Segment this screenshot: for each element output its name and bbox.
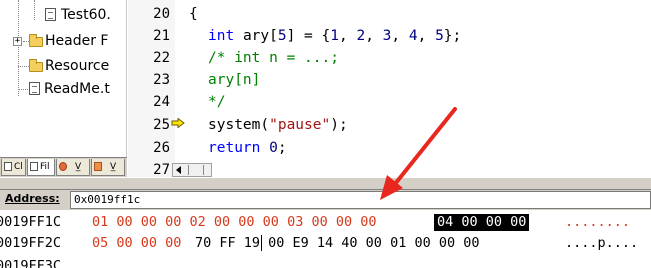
file-icon [29, 82, 40, 95]
tree-item-label: Resource [45, 58, 110, 74]
tab-class-view[interactable]: Cl [1, 159, 26, 176]
memory-address: 0019FF1C [0, 214, 62, 230]
tree-guide-line [18, 89, 28, 90]
tree-item-label: Header F [45, 33, 109, 49]
tab-file-view[interactable]: Fil [27, 159, 55, 176]
tree-item-label: Test60. [61, 7, 111, 23]
line-number: 20 [153, 6, 170, 22]
tree-guide-line [18, 66, 29, 67]
yellow-arrow-icon [171, 118, 185, 128]
code-line: */ [208, 94, 226, 110]
tab-label: V̲ [75, 162, 82, 172]
expand-icon[interactable]: + [13, 37, 22, 46]
line-number: 21 [153, 28, 170, 44]
code-line: int ary[5] = {1, 2, 3, 4, 5}; [208, 28, 462, 44]
resource-view-icon [59, 162, 67, 171]
line-number: 25 [153, 117, 170, 133]
memory-address-bar: Address: 0x0019ff1c [0, 190, 651, 210]
file-icon [45, 8, 56, 21]
tab-label: Cl [14, 162, 23, 172]
line-number: 22 [153, 50, 170, 66]
code-line: return 0; [208, 140, 287, 156]
folder-icon [29, 59, 43, 72]
memory-row: 0019FF3C [0, 256, 651, 268]
pane-splitter[interactable] [0, 177, 651, 190]
file-view-icon [30, 162, 38, 171]
memory-row: 0019FF1C 01 00 00 00 02 00 00 00 03 00 0… [0, 212, 651, 232]
memory-address: 0019FF3C [0, 258, 62, 268]
memory-bytes: 70 FF 19 00 E9 14 40 00 01 00 00 00 [195, 235, 480, 251]
tree-item-readme[interactable]: ReadMe.t [0, 79, 126, 99]
class-view-icon [4, 162, 12, 171]
code-line-rest: ary[5] = {1, 2, 3, 4, 5}; [242, 28, 462, 44]
tree-item-test60[interactable]: Test60. [0, 5, 126, 25]
memory-bytes: 01 00 00 00 02 00 00 00 03 00 00 00 [92, 214, 377, 230]
tree-item-label: ReadMe.t [44, 81, 110, 97]
address-label: Address: [5, 192, 60, 205]
code-editor[interactable]: { int ary[5] = {1, 2, 3, 4, 5}; /* int n… [186, 0, 651, 177]
folder-icon [29, 34, 43, 47]
memory-row: 0019FF2C 05 00 00 00 70 FF 19 00 E9 14 4… [0, 233, 651, 253]
code-line: { [189, 6, 198, 22]
tab-label: Fil [40, 162, 50, 172]
line-number: 24 [153, 94, 170, 110]
line-number: 23 [153, 72, 170, 88]
code-line: system("pause"); [208, 117, 348, 133]
code-line: /* int n = ...; [208, 50, 339, 66]
scrollbar-thumb[interactable] [188, 165, 204, 175]
address-input[interactable]: 0x0019ff1c [70, 191, 651, 209]
memory-dump[interactable]: 0019FF1C 01 00 00 00 02 00 00 00 03 00 0… [0, 210, 651, 268]
info-view-icon [94, 162, 102, 171]
tab-label: V̲ [110, 162, 117, 172]
scroll-left-icon[interactable] [176, 166, 181, 174]
memory-ascii: ....p.... [565, 235, 639, 251]
tab-resource-view[interactable]: V̲ [56, 159, 90, 176]
workspace-file-tree: Test60. + Header F Resource ReadMe.t [0, 0, 127, 157]
line-number: 26 [153, 140, 170, 156]
tab-info-view[interactable]: V̲ [91, 159, 125, 176]
code-line: ary[n] [208, 72, 261, 88]
text-caret [261, 235, 262, 251]
memory-bytes-selected: 04 00 00 00 [434, 214, 530, 231]
tree-item-header-files[interactable]: + Header F [0, 31, 126, 51]
memory-address: 0019FF2C [0, 235, 62, 251]
workspace-tabs: Cl Fil V̲ V̲ [0, 157, 127, 177]
horizontal-scrollbar[interactable] [172, 163, 212, 177]
memory-ascii: ........ [565, 214, 631, 230]
tree-item-resource-files[interactable]: Resource [0, 56, 126, 76]
memory-bytes: 05 00 00 00 [92, 235, 182, 251]
